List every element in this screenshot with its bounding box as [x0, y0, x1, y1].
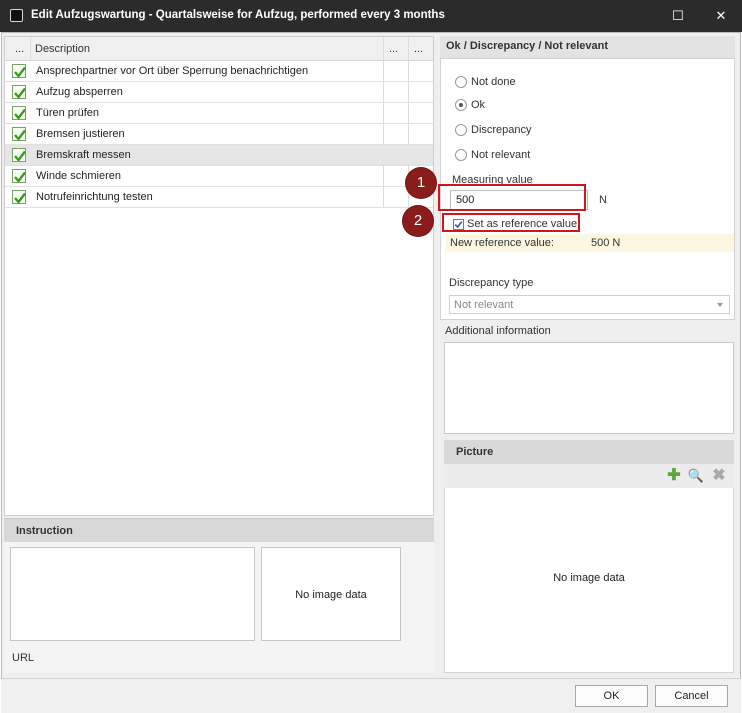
checklist-item-label: Winde schmieren	[36, 170, 121, 182]
close-icon[interactable]: ✕	[711, 6, 731, 26]
checked-icon[interactable]	[12, 85, 26, 99]
delete-icon[interactable]: ✖	[710, 467, 728, 485]
callout-highlight-1	[438, 184, 586, 211]
app-icon	[10, 9, 23, 22]
picture-area: No image data	[444, 488, 734, 673]
column-header-extra-1[interactable]: ...	[389, 37, 398, 61]
checklist-row[interactable]: Türen prüfen	[5, 103, 433, 124]
status-panel: Not done Ok Discrepancy Not relevant Mea…	[438, 58, 735, 320]
checklist-item-label: Notrufeinrichtung testen	[36, 191, 153, 203]
new-reference-value: 500 N	[591, 237, 621, 249]
url-label: URL	[12, 652, 35, 664]
window-title: Edit Aufzugswartung - Quartalsweise for …	[31, 9, 445, 21]
callout-badge-2: 2	[403, 206, 433, 236]
column-header-menu[interactable]: ...	[15, 37, 24, 61]
checked-icon[interactable]	[12, 64, 26, 78]
column-header-extra-2[interactable]: ...	[414, 37, 423, 61]
radio-label: Not relevant	[471, 149, 531, 161]
checklist-item-label: Türen prüfen	[36, 107, 99, 119]
new-reference-label: New reference value:	[450, 237, 554, 249]
title-bar: Edit Aufzugswartung - Quartalsweise for …	[0, 0, 742, 32]
ok-button[interactable]: OK	[575, 685, 648, 707]
radio-label: Ok	[471, 99, 486, 111]
checked-icon[interactable]	[12, 148, 26, 162]
radio-button[interactable]	[455, 124, 467, 136]
status-header-title: Ok / Discrepancy / Not relevant	[446, 40, 609, 52]
new-reference-row: New reference value: 500 N	[446, 234, 734, 252]
column-divider	[30, 37, 31, 61]
checked-icon[interactable]	[12, 106, 26, 120]
checklist-grid: ... Description ... ... Ansprechpartner …	[4, 36, 434, 516]
checked-icon[interactable]	[12, 127, 26, 141]
callout-highlight-2	[442, 213, 580, 232]
picture-header: Picture	[444, 440, 734, 464]
status-header: Ok / Discrepancy / Not relevant	[440, 36, 735, 58]
picture-placeholder: No image data	[553, 572, 625, 584]
instruction-image-placeholder: No image data	[295, 589, 367, 601]
instruction-title: Instruction	[16, 525, 73, 537]
checklist-row[interactable]: Aufzug absperren	[5, 82, 433, 103]
checked-icon[interactable]	[12, 169, 26, 183]
checklist-item-label: Bremskraft messen	[36, 149, 131, 161]
cancel-button[interactable]: Cancel	[655, 685, 728, 707]
picture-title: Picture	[456, 446, 494, 458]
instruction-image: No image data	[261, 547, 401, 641]
callout-badge-1: 1	[406, 168, 436, 198]
additional-info-label: Additional information	[445, 325, 551, 337]
grid-header: ... Description ... ...	[5, 37, 433, 61]
radio-button[interactable]	[455, 76, 467, 88]
discrepancy-type-label: Discrepancy type	[449, 277, 534, 289]
checked-icon[interactable]	[12, 190, 26, 204]
instruction-text-box[interactable]	[10, 547, 255, 641]
checklist-row[interactable]: Winde schmieren	[5, 166, 433, 187]
picture-toolbar: ✚ 🔍 ✖	[444, 464, 734, 488]
search-icon[interactable]: 🔍	[687, 467, 705, 485]
radio-label: Discrepancy	[471, 124, 532, 136]
chevron-down-icon[interactable]	[717, 303, 723, 307]
dialog-footer: OK Cancel	[1, 678, 741, 713]
discrepancy-type-select[interactable]: Not relevant	[449, 295, 730, 314]
checklist-item-label: Bremsen justieren	[36, 128, 125, 140]
measuring-unit: N	[599, 194, 607, 206]
checklist-item-label: Ansprechpartner vor Ort über Sperrung be…	[36, 65, 309, 77]
column-header-description[interactable]: Description	[35, 37, 90, 61]
checklist-row[interactable]: Ansprechpartner vor Ort über Sperrung be…	[5, 61, 433, 82]
instruction-header: Instruction	[4, 518, 434, 542]
checklist-item-label: Aufzug absperren	[36, 86, 123, 98]
checklist-row-selected[interactable]: Bremskraft messen	[5, 145, 433, 166]
add-icon[interactable]: ✚	[665, 467, 683, 485]
radio-button-selected[interactable]	[455, 99, 467, 111]
radio-label: Not done	[471, 76, 516, 88]
additional-info-textarea[interactable]	[444, 342, 734, 434]
maximize-icon[interactable]: ☐	[668, 6, 688, 26]
instruction-area: No image data URL	[4, 542, 434, 673]
checklist-row[interactable]: Notrufeinrichtung testen	[5, 187, 433, 208]
radio-button[interactable]	[455, 149, 467, 161]
discrepancy-type-value: Not relevant	[454, 299, 514, 311]
checklist-row[interactable]: Bremsen justieren	[5, 124, 433, 145]
